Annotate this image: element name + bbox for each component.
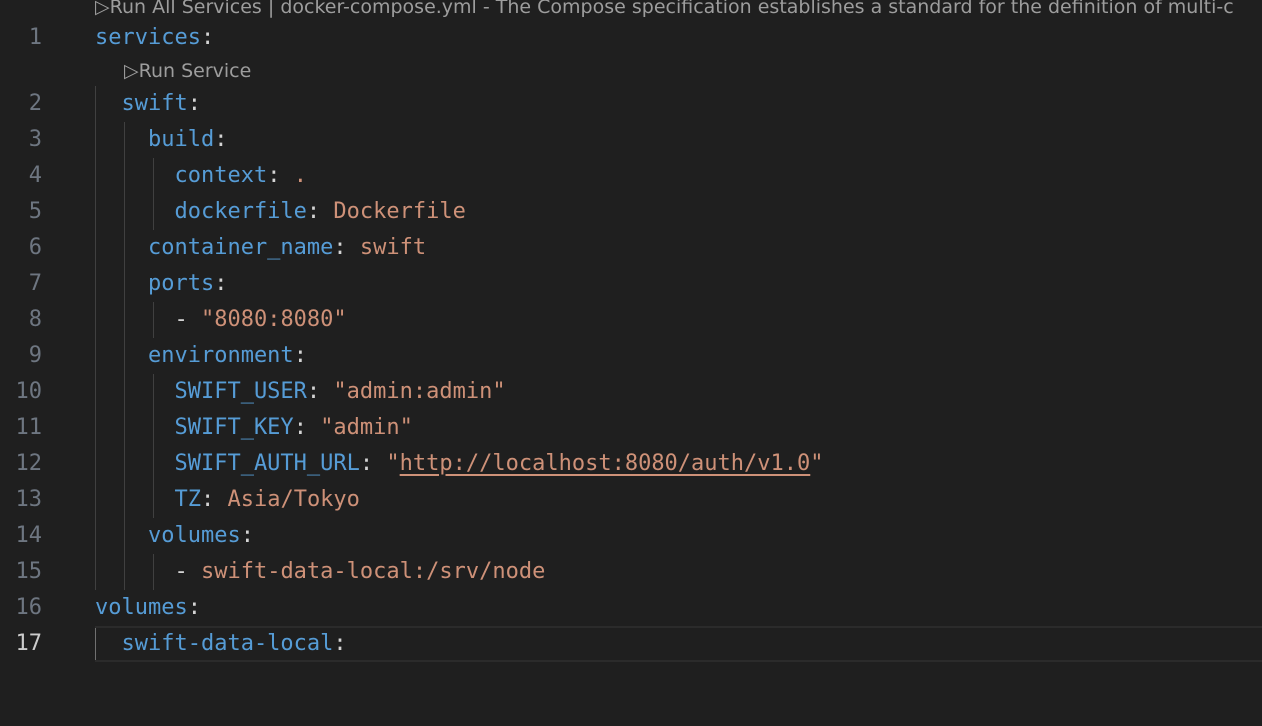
yaml-punctuation: : bbox=[214, 271, 228, 296]
line-number: 9 bbox=[28, 343, 42, 368]
run-all-services-link[interactable]: Run All Services bbox=[110, 0, 262, 18]
code-line[interactable]: swift-data-local: bbox=[95, 626, 1262, 662]
line-number: 11 bbox=[15, 415, 43, 440]
line-number: 17 bbox=[15, 631, 43, 656]
yaml-key: dockerfile bbox=[95, 199, 307, 224]
yaml-value: "8080:8080" bbox=[200, 307, 347, 332]
yaml-value: "admin" bbox=[320, 415, 413, 440]
code-line[interactable]: volumes: bbox=[95, 590, 1262, 626]
code-line[interactable]: SWIFT_KEY: "admin" bbox=[95, 410, 1262, 446]
yaml-punctuation: : bbox=[187, 595, 201, 620]
yaml-key: SWIFT_AUTH_URL bbox=[95, 451, 360, 476]
yaml-punctuation: : bbox=[240, 523, 254, 548]
yaml-key: volumes bbox=[95, 595, 188, 620]
schema-info-link[interactable]: docker-compose.yml - The Compose specifi… bbox=[280, 0, 1233, 18]
code-line[interactable]: build: bbox=[95, 122, 1262, 158]
line-number: 15 bbox=[15, 559, 43, 584]
url-link[interactable]: http://localhost:8080/auth/v1.0 bbox=[400, 451, 811, 476]
yaml-punctuation: : bbox=[306, 199, 334, 224]
yaml-punctuation: : bbox=[359, 451, 387, 476]
code-line[interactable]: container_name: swift bbox=[95, 230, 1262, 266]
yaml-key: ports bbox=[95, 271, 215, 296]
code-line[interactable]: SWIFT_USER: "admin:admin" bbox=[95, 374, 1262, 410]
yaml-value: Dockerfile bbox=[333, 199, 466, 224]
yaml-punctuation: : bbox=[333, 235, 360, 260]
yaml-value: "admin:admin" bbox=[333, 379, 506, 404]
code-line[interactable]: TZ: Asia/Tokyo bbox=[95, 482, 1262, 518]
yaml-key: swift-data-local bbox=[95, 631, 334, 656]
code-line[interactable]: SWIFT_AUTH_URL: "http://localhost:8080/a… bbox=[95, 446, 1262, 482]
line-number: 14 bbox=[15, 523, 43, 548]
yaml-value: " bbox=[386, 451, 400, 476]
code-line[interactable]: dockerfile: Dockerfile bbox=[95, 194, 1262, 230]
yaml-value: " bbox=[810, 451, 824, 476]
line-number: 1 bbox=[28, 25, 42, 50]
yaml-punctuation: : bbox=[200, 25, 215, 50]
code-line[interactable]: services: bbox=[95, 20, 1262, 56]
yaml-key: environment bbox=[95, 343, 294, 368]
yaml-key: container_name bbox=[95, 235, 334, 260]
yaml-punctuation: : bbox=[267, 163, 294, 188]
play-icon: ▷ bbox=[124, 60, 139, 82]
codelens-top: ▷Run All Services | docker-compose.yml -… bbox=[95, 0, 1234, 18]
line-number: 8 bbox=[28, 307, 42, 332]
play-icon: ▷ bbox=[95, 0, 110, 18]
yaml-key: services bbox=[95, 25, 201, 50]
code-line[interactable]: environment: bbox=[95, 338, 1262, 374]
yaml-value: . bbox=[293, 163, 307, 188]
yaml-key: context bbox=[95, 163, 268, 188]
yaml-value: Asia/Tokyo bbox=[227, 487, 360, 512]
codelens-run-service: ▷Run Service bbox=[124, 60, 251, 82]
yaml-key: SWIFT_USER bbox=[95, 379, 307, 404]
line-number: 6 bbox=[28, 235, 42, 260]
yaml-punctuation: : bbox=[214, 127, 228, 152]
line-number: 13 bbox=[15, 487, 43, 512]
line-number: 3 bbox=[28, 127, 42, 152]
code-line[interactable]: - "8080:8080" bbox=[95, 302, 1262, 338]
line-number: 4 bbox=[28, 163, 42, 188]
yaml-punctuation: : bbox=[200, 487, 228, 512]
line-number: 2 bbox=[28, 91, 42, 116]
yaml-punctuation: : bbox=[306, 379, 334, 404]
yaml-key: build bbox=[95, 127, 215, 152]
yaml-punctuation: - bbox=[95, 559, 201, 584]
code-line[interactable]: swift: bbox=[95, 86, 1262, 122]
yaml-punctuation: : bbox=[333, 631, 347, 656]
yaml-value: swift bbox=[359, 235, 427, 260]
line-number: 7 bbox=[28, 271, 42, 296]
yaml-punctuation: : bbox=[293, 415, 321, 440]
yaml-key: SWIFT_KEY bbox=[95, 415, 294, 440]
codelens-separator: | bbox=[267, 0, 275, 18]
yaml-value: swift-data-local:/srv/node bbox=[200, 559, 546, 584]
line-number: 16 bbox=[15, 595, 43, 620]
code-line[interactable]: ports: bbox=[95, 266, 1262, 302]
yaml-key: swift bbox=[95, 91, 188, 116]
code-line[interactable]: volumes: bbox=[95, 518, 1262, 554]
yaml-key: TZ bbox=[95, 487, 201, 512]
code-editor[interactable]: ▷Run All Services | docker-compose.yml -… bbox=[0, 0, 1262, 726]
line-number: 10 bbox=[15, 379, 43, 404]
yaml-punctuation: - bbox=[95, 307, 201, 332]
yaml-punctuation: : bbox=[293, 343, 307, 368]
yaml-punctuation: : bbox=[187, 91, 201, 116]
run-service-link[interactable]: Run Service bbox=[139, 60, 252, 82]
code-line[interactable]: - swift-data-local:/srv/node bbox=[95, 554, 1262, 590]
line-number: 5 bbox=[28, 199, 42, 224]
yaml-key: volumes bbox=[95, 523, 241, 548]
line-number: 12 bbox=[15, 451, 43, 476]
code-line[interactable]: context: . bbox=[95, 158, 1262, 194]
